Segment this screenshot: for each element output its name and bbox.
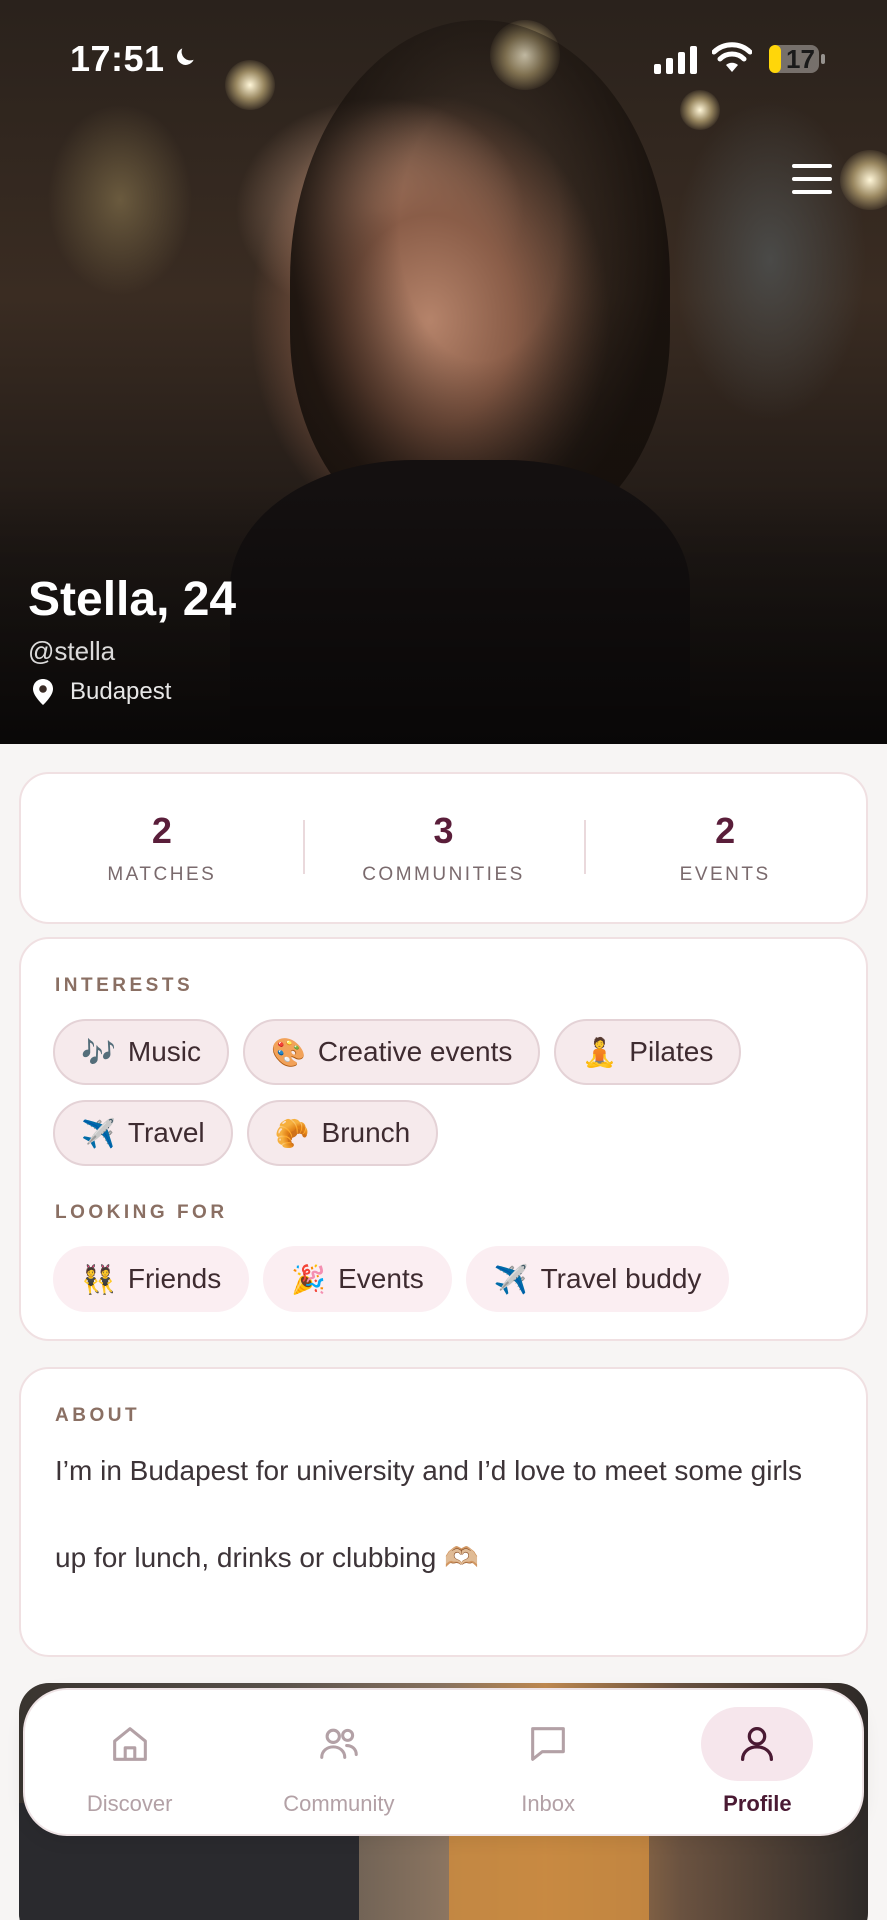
chip-label: Travel buddy xyxy=(540,1263,702,1294)
chip-label: Pilates xyxy=(629,1036,714,1067)
person-icon xyxy=(741,1727,774,1761)
stat-value: 2 xyxy=(715,810,736,851)
wifi-icon xyxy=(712,42,752,72)
palette-icon: 🎨 xyxy=(271,1036,306,1068)
nav-community[interactable]: Community xyxy=(249,1707,429,1817)
croissant-icon: 🥐 xyxy=(274,1117,310,1149)
stat-matches[interactable]: 2 MATCHES xyxy=(21,810,303,886)
home-icon xyxy=(112,1727,147,1761)
yoga-icon: 🧘 xyxy=(582,1036,618,1068)
status-bar: 17:51 17 xyxy=(0,0,887,120)
airplane-icon: ✈️ xyxy=(493,1263,529,1295)
location-pin-icon xyxy=(33,679,53,705)
interest-chip-travel: ✈️ Travel xyxy=(53,1100,233,1166)
nav-inbox[interactable]: Inbox xyxy=(458,1707,638,1817)
chip-label: Travel xyxy=(127,1117,205,1148)
about-text: I’m in Budapest for university and I’d l… xyxy=(55,1449,835,1580)
music-icon: 🎶 xyxy=(81,1036,116,1068)
dancers-icon: 👯 xyxy=(81,1263,116,1295)
location-row: Budapest xyxy=(28,678,171,706)
looking-chip-travel-buddy: ✈️ Travel buddy xyxy=(465,1246,730,1312)
stat-value: 3 xyxy=(433,810,454,851)
status-time: 17:51 xyxy=(70,38,165,79)
interest-chip-creative-events: 🎨 Creative events xyxy=(243,1019,541,1085)
chip-label: Friends xyxy=(127,1263,222,1294)
nav-label: Discover xyxy=(86,1791,173,1816)
interest-chip-music: 🎶 Music xyxy=(53,1019,229,1085)
stat-label: EVENTS xyxy=(679,864,771,885)
stat-events[interactable]: 2 EVENTS xyxy=(584,810,866,886)
moon-icon xyxy=(177,48,194,65)
interest-chip-pilates: 🧘 Pilates xyxy=(554,1019,742,1085)
chip-label: Creative events xyxy=(317,1036,513,1067)
chip-label: Events xyxy=(338,1263,424,1294)
interests-label: INTERESTS xyxy=(55,975,194,996)
location-text: Budapest xyxy=(70,678,172,705)
nav-discover[interactable]: Discover xyxy=(40,1707,220,1817)
profile-photo[interactable]: 17:51 17 Stella, 24 @stella Budapest xyxy=(0,0,887,744)
stat-communities[interactable]: 3 COMMUNITIES xyxy=(302,810,585,886)
interests-card: INTERESTS 🎶 Music 🎨 Creative events 🧘 Pi… xyxy=(19,937,868,1341)
about-paragraph: up for lunch, drinks or clubbing 🫶🏼 xyxy=(55,1542,479,1573)
nav-label: Community xyxy=(283,1791,395,1816)
stat-label: MATCHES xyxy=(107,864,217,885)
profile-name: Stella, 24 xyxy=(28,573,237,626)
menu-icon[interactable] xyxy=(792,164,832,196)
nav-label: Inbox xyxy=(521,1791,576,1816)
looking-chip-friends: 👯 Friends xyxy=(53,1246,250,1312)
chat-icon xyxy=(531,1727,565,1761)
looking-for-label: LOOKING FOR xyxy=(55,1202,228,1223)
chip-label: Music xyxy=(127,1036,201,1067)
profile-handle: @stella xyxy=(28,636,116,666)
airplane-icon: ✈️ xyxy=(81,1117,116,1149)
about-card: ABOUT I’m in Budapest for university and… xyxy=(19,1367,868,1657)
signal-icon xyxy=(654,46,697,74)
stat-label: COMMUNITIES xyxy=(362,864,525,885)
people-icon xyxy=(320,1728,358,1759)
about-paragraph: I’m in Budapest for university and I’d l… xyxy=(55,1455,803,1486)
about-label: ABOUT xyxy=(55,1405,141,1426)
nav-label: Profile xyxy=(723,1791,792,1816)
party-popper-icon: 🎉 xyxy=(291,1263,327,1295)
chip-label: Brunch xyxy=(321,1117,411,1148)
stats-card: 2 MATCHES 3 COMMUNITIES 2 EVENTS xyxy=(19,772,868,924)
nav-profile[interactable]: Profile xyxy=(667,1707,847,1817)
battery-level: 17 xyxy=(786,44,815,74)
looking-chip-events: 🎉 Events xyxy=(263,1246,452,1312)
stat-value: 2 xyxy=(151,810,172,851)
bottom-nav: Discover Community Inbox Profile xyxy=(23,1688,864,1836)
interest-chip-brunch: 🥐 Brunch xyxy=(246,1100,439,1166)
